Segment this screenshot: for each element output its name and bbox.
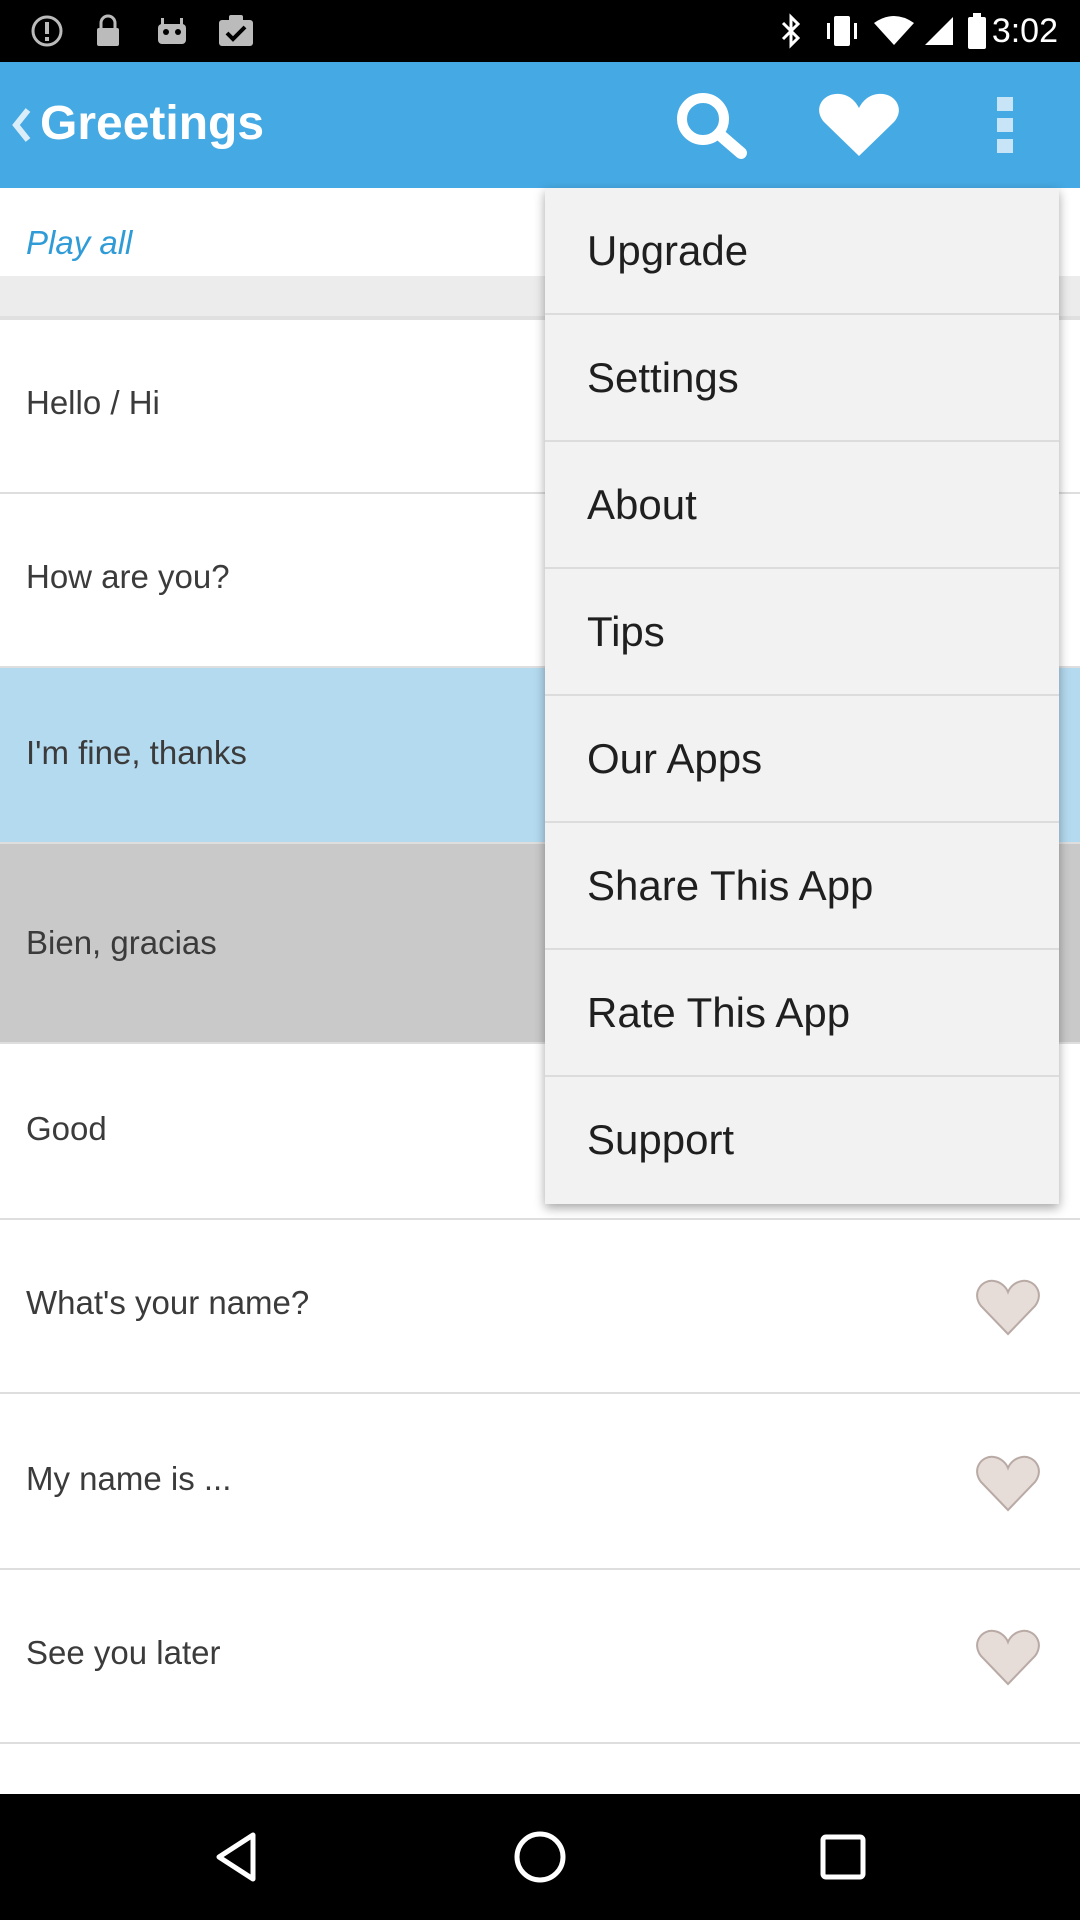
play-all-label: Play all: [26, 224, 133, 261]
translation-label: Bien, gracias: [26, 924, 217, 961]
nav-home-button[interactable]: [505, 1822, 575, 1892]
status-time: 3:02: [991, 12, 1058, 50]
phrase-label: How are you?: [26, 558, 230, 595]
app-bar: Greetings: [0, 62, 1080, 188]
menu-item-label: Settings: [587, 354, 739, 401]
status-bar: 3:02: [0, 0, 1080, 62]
battery-icon: [966, 12, 988, 50]
recents-square-icon: [820, 1834, 866, 1880]
favorite-heart-icon[interactable]: [976, 1454, 1040, 1512]
menu-item-settings[interactable]: Settings: [545, 315, 1059, 442]
back-triangle-icon: [216, 1832, 256, 1882]
nav-back-button[interactable]: [202, 1822, 272, 1892]
menu-item-upgrade[interactable]: Upgrade: [545, 188, 1059, 315]
signal-icon: [922, 12, 956, 50]
wifi-icon: [874, 12, 914, 50]
list-item-partial[interactable]: [0, 1744, 1080, 1794]
menu-item-label: About: [587, 481, 697, 528]
list-item[interactable]: What's your name?: [0, 1220, 1080, 1394]
alert-icon: [28, 12, 66, 50]
menu-item-label: Upgrade: [587, 227, 749, 274]
phrase-label: My name is ...: [26, 1460, 232, 1497]
clipboard-check-icon: [216, 12, 256, 50]
menu-item-rate-app[interactable]: Rate This App: [545, 950, 1059, 1077]
phrase-label: Hello / Hi: [26, 384, 160, 421]
menu-item-tips[interactable]: Tips: [545, 569, 1059, 696]
home-circle-icon: [514, 1831, 566, 1883]
menu-item-label: Tips: [587, 608, 665, 655]
back-chevron-icon[interactable]: [8, 102, 34, 148]
menu-item-label: Share This App: [587, 862, 874, 909]
menu-item-support[interactable]: Support: [545, 1077, 1059, 1204]
favorites-button[interactable]: [814, 84, 904, 166]
menu-item-label: Support: [587, 1116, 735, 1163]
page-title: Greetings: [40, 97, 265, 150]
phrase-label: I'm fine, thanks: [26, 734, 247, 771]
more-options-button[interactable]: [960, 84, 1050, 166]
phrase-label: What's your name?: [26, 1284, 310, 1321]
more-vert-icon: [997, 97, 1013, 153]
menu-item-share-app[interactable]: Share This App: [545, 823, 1059, 950]
menu-item-label: Rate This App: [587, 989, 851, 1036]
heart-icon: [819, 93, 899, 156]
nav-recents-button[interactable]: [808, 1822, 878, 1892]
phrase-label: See you later: [26, 1634, 221, 1671]
search-button[interactable]: [666, 84, 756, 166]
menu-item-about[interactable]: About: [545, 442, 1059, 569]
list-item[interactable]: My name is ...: [0, 1394, 1080, 1570]
favorite-heart-icon[interactable]: [976, 1278, 1040, 1336]
search-icon: [677, 93, 747, 159]
vibrate-icon: [822, 12, 862, 50]
lock-icon: [92, 12, 124, 50]
menu-item-label: Our Apps: [587, 735, 763, 782]
menu-item-our-apps[interactable]: Our Apps: [545, 696, 1059, 823]
system-nav-bar: [0, 1794, 1080, 1920]
list-item[interactable]: See you later: [0, 1570, 1080, 1744]
favorite-heart-icon[interactable]: [976, 1628, 1040, 1686]
phrase-label: Good: [26, 1110, 107, 1147]
android-icon: [154, 12, 190, 50]
bluetooth-icon: [776, 12, 806, 50]
overflow-menu: Upgrade Settings About Tips Our Apps Sha…: [545, 188, 1059, 1204]
